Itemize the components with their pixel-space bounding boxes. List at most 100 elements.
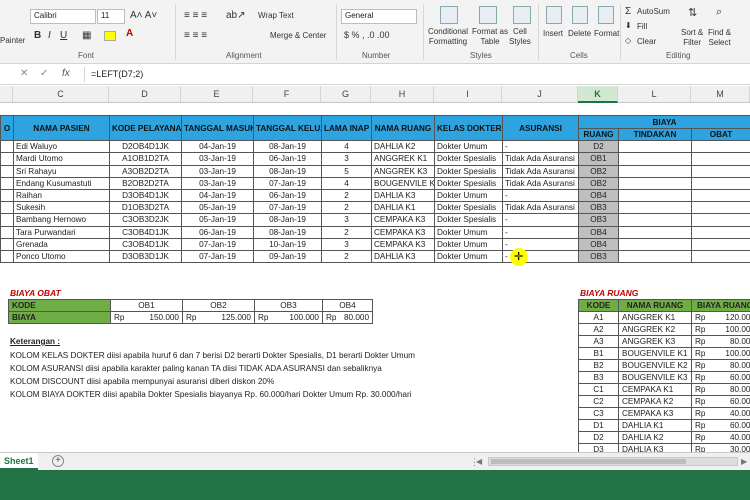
column-header-g[interactable]: G [321,86,371,103]
table-cell[interactable] [618,140,692,154]
table-cell[interactable]: Dokter Spesialis [434,176,503,190]
orientation-icon[interactable]: ab↗ [226,10,246,21]
table-cell[interactable]: Ponco Utomo [13,249,110,264]
wrap-text-button[interactable]: Wrap Text [258,11,294,20]
table-cell[interactable]: Tidak Ada Asuransi [502,164,579,178]
format-as-table-button[interactable]: Format as Table [472,27,508,47]
table-cell[interactable]: 5 [321,164,372,178]
table-cell[interactable] [618,237,692,251]
sheet-tab-sheet1[interactable]: Sheet1 [0,453,38,470]
table-cell[interactable]: Dokter Spesialis [434,152,503,166]
table-cell[interactable] [691,164,750,178]
ruang-nama-cell[interactable]: BOUGENVILE K1 [618,347,692,360]
column-header-c[interactable]: C [13,86,109,103]
table-cell[interactable]: Dokter Spesialis [434,164,503,178]
align-left-icon[interactable]: ≡ ≡ ≡ [184,30,207,41]
table-cell[interactable]: OB3 [578,249,619,264]
table-cell[interactable]: 3 [321,237,372,251]
insert-button[interactable]: Insert [543,29,563,38]
table-cell[interactable]: Sukesih [13,201,110,215]
ruang-nama-cell[interactable]: CEMPAKA K2 [618,395,692,408]
table-cell[interactable] [618,176,692,190]
table-row[interactable]: D1DAHLIA K1Rp60.000 [578,419,750,432]
ruang-nama-cell[interactable]: DAHLIA K1 [618,419,692,432]
table-cell[interactable]: OB3 [578,201,619,215]
row-header-corner[interactable] [0,86,13,103]
table-row[interactable]: D2DAHLIA K2Rp40.000 [578,431,750,444]
accounting-format-icon[interactable]: $ % , .0 .00 [344,30,390,40]
table-cell[interactable]: 04-Jan-19 [181,140,254,154]
table-cell[interactable]: - [502,140,579,154]
table-cell[interactable]: Dokter Spesialis [434,201,503,215]
ruang-biaya-cell[interactable]: 60.000 [705,395,750,408]
table-cell[interactable] [618,152,692,166]
number-format-select[interactable]: General [341,9,417,24]
table-row[interactable]: B3BOUGENVILE K3Rp60.000 [578,371,750,384]
table-cell[interactable]: 03-Jan-19 [181,164,254,178]
clear-button[interactable]: Clear [637,37,656,46]
table-row[interactable]: A1ANGGREK K1Rp120.000 [578,311,750,324]
align-top-icon[interactable]: ≡ ≡ ≡ [184,10,207,21]
ruang-nama-cell[interactable]: BOUGENVILE K3 [618,371,692,384]
table-cell[interactable]: 07-Jan-19 [181,249,254,264]
table-row[interactable]: Tara Purwandari C3OB4D1JK 06-Jan-19 08-Jan-… [0,225,750,239]
obat-kode-cell[interactable]: OB4 [322,299,373,312]
table-cell[interactable]: B2OB2D2TA [109,176,182,190]
enter-icon[interactable]: ✓ [40,68,48,79]
table-cell[interactable] [618,225,692,239]
table-cell[interactable] [618,213,692,227]
table-cell[interactable]: OB3 [578,213,619,227]
ruang-biaya-cell[interactable]: 120.000 [705,311,750,324]
table-cell[interactable]: A3OB2D2TA [109,164,182,178]
table-cell[interactable]: Tidak Ada Asuransi [502,201,579,215]
table-cell[interactable]: 4 [321,140,372,154]
table-row[interactable]: Grenada C3OB4D1JK 07-Jan-19 10-Jan-19 3 CEMPA… [0,237,750,251]
table-row[interactable]: Raihan D3OB4D1JK 04-Jan-19 06-Jan-19 2 DAHLIA… [0,188,750,203]
table-cell[interactable]: DAHLIA K1 [371,201,435,215]
borders-icon[interactable]: ▦ [82,30,91,41]
table-cell[interactable]: 3 [321,152,372,166]
table-row[interactable]: B1BOUGENVILE K1Rp100.000 [578,347,750,360]
table-row[interactable]: Bambang Hernowo C3OB3D2JK 05-Jan-19 08-Jan-… [0,213,750,227]
table-row[interactable]: Sri Rahayu A3OB2D2TA 03-Jan-19 08-Jan-19 5 AN… [0,164,750,178]
table-cell[interactable]: 10-Jan-19 [253,237,322,251]
obat-biaya-cell[interactable]: Rp 125.000 [182,311,255,324]
ruang-nama-cell[interactable]: ANGGREK K3 [618,335,692,348]
ruang-biaya-cell[interactable]: 40.000 [705,407,750,420]
column-header-e[interactable]: E [181,86,253,103]
column-header-l[interactable]: L [618,86,691,103]
table-cell[interactable]: 2 [321,225,372,239]
table-cell[interactable]: Mardi Utomo [13,152,110,166]
table-cell[interactable]: 08-Jan-19 [253,213,322,227]
ruang-kode-cell[interactable]: B2 [578,359,619,372]
ruang-biaya-cell[interactable]: 100.000 [705,347,750,360]
function-icon[interactable]: fx [62,68,70,79]
table-cell[interactable]: C3OB4D1JK [109,237,182,251]
table-cell[interactable]: OB4 [578,188,619,203]
table-cell[interactable]: 03-Jan-19 [181,152,254,166]
table-row[interactable]: Mardi Utomo A1OB1D2TA 03-Jan-19 06-Jan-19 3 A… [0,152,750,166]
column-header-k[interactable]: K [578,86,618,103]
table-cell[interactable]: 05-Jan-19 [181,201,254,215]
obat-biaya-cell[interactable]: Rp 150.000 [110,311,183,324]
table-cell[interactable]: Tidak Ada Asuransi [502,152,579,166]
font-name-select[interactable]: Calibri [30,9,96,24]
table-cell[interactable]: CEMPAKA K3 [371,237,435,251]
ruang-biaya-cell[interactable]: 100.000 [705,323,750,336]
column-header-j[interactable]: J [502,86,578,103]
ruang-nama-cell[interactable]: CEMPAKA K1 [618,383,692,396]
table-cell[interactable]: Dokter Umum [434,188,503,203]
fill-button[interactable]: Fill [637,22,647,31]
table-cell[interactable]: Endang Kusumastuti [13,176,110,190]
table-row[interactable]: C2CEMPAKA K2Rp60.000 [578,395,750,408]
table-cell[interactable]: OB4 [578,237,619,251]
ruang-nama-cell[interactable]: ANGGREK K2 [618,323,692,336]
find-select-button[interactable]: Find & Select [708,28,731,48]
table-row[interactable]: Edi Waluyo D2OB4D1JK 04-Jan-19 08-Jan-19 4 DA… [0,140,750,154]
table-row[interactable]: A3ANGGREK K3Rp80.000 [578,335,750,348]
ruang-kode-cell[interactable]: A1 [578,311,619,324]
table-cell[interactable]: 05-Jan-19 [181,213,254,227]
conditional-formatting-button[interactable]: Conditional Formatting [428,27,468,47]
grow-font-icon[interactable]: A˄ A˅ [130,10,157,21]
table-cell[interactable] [618,164,692,178]
